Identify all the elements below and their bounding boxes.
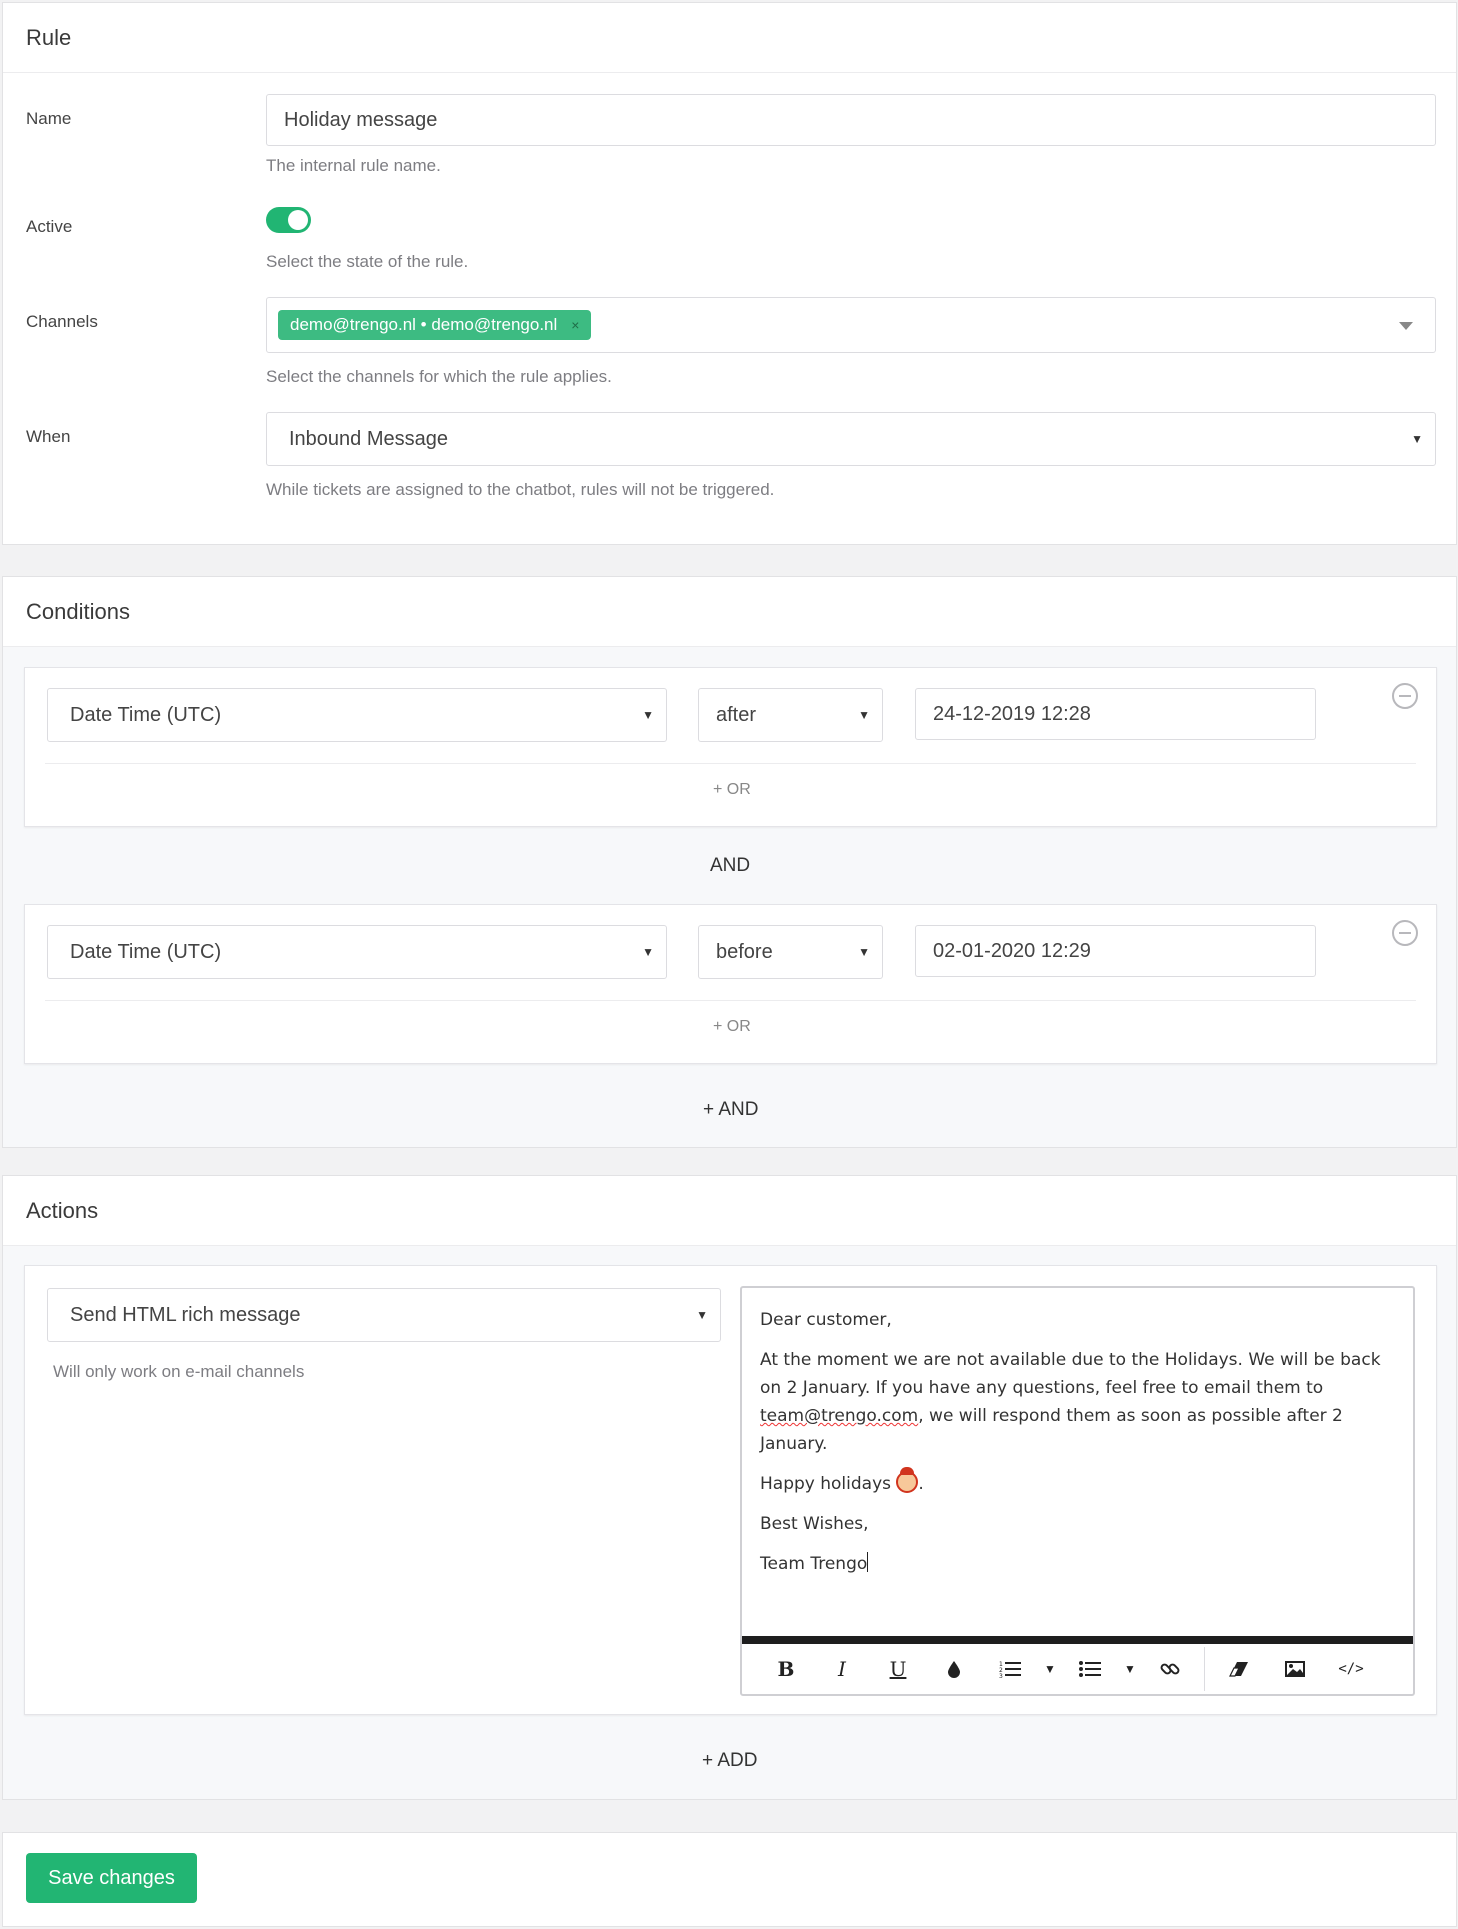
condition-field-value: Date Time (UTC) bbox=[70, 940, 222, 963]
condition-group: Date Time (UTC) ▼ after ▼ 24-12-2019 12:… bbox=[24, 667, 1437, 827]
caret-down-icon[interactable]: ▼ bbox=[1118, 1649, 1142, 1689]
message-greeting: Dear customer, bbox=[760, 1310, 892, 1330]
message-para-start: At the moment we are not available due t… bbox=[760, 1350, 1381, 1398]
active-label: Active bbox=[26, 217, 73, 236]
active-help: Select the state of the rule. bbox=[266, 252, 469, 271]
channels-help: Select the channels for which the rule a… bbox=[266, 367, 612, 386]
caret-down-icon: ▼ bbox=[858, 708, 870, 722]
remove-tag-icon[interactable]: × bbox=[571, 317, 579, 333]
divider bbox=[45, 763, 1416, 764]
svg-text:3: 3 bbox=[999, 1673, 1003, 1678]
image-icon[interactable] bbox=[1267, 1649, 1323, 1689]
message-paragraph: At the moment we are not available due t… bbox=[760, 1346, 1389, 1458]
toggle-knob bbox=[288, 210, 308, 230]
rich-text-editor[interactable]: Dear customer, At the moment we are not … bbox=[740, 1286, 1415, 1696]
link-icon[interactable] bbox=[1142, 1649, 1198, 1689]
when-help: While tickets are assigned to the chatbo… bbox=[266, 480, 775, 499]
when-value: Inbound Message bbox=[289, 427, 449, 450]
caret-down-icon: ▼ bbox=[1411, 432, 1423, 446]
name-label: Name bbox=[26, 109, 72, 128]
caret-down-icon[interactable]: ▼ bbox=[1038, 1649, 1062, 1689]
condition-operator-select[interactable]: before ▼ bbox=[698, 925, 883, 979]
conditions-panel: Conditions Date Time (UTC) ▼ after ▼ 24-… bbox=[2, 576, 1457, 1148]
action-type-help: Will only work on e-mail channels bbox=[53, 1362, 305, 1381]
condition-operator-value: before bbox=[716, 940, 773, 963]
and-separator: AND bbox=[710, 855, 751, 876]
message-signature-line: Team Trengo bbox=[760, 1550, 1389, 1578]
code-view-icon[interactable]: </> bbox=[1323, 1649, 1379, 1689]
add-and-button[interactable]: + AND bbox=[703, 1099, 758, 1121]
message-signature: Team Trengo bbox=[760, 1554, 868, 1574]
action-type-select[interactable]: Send HTML rich message ▼ bbox=[47, 1288, 721, 1342]
add-or-button[interactable]: + OR bbox=[713, 1018, 751, 1036]
name-input[interactable]: Holiday message bbox=[266, 94, 1436, 146]
condition-operator-value: after bbox=[716, 703, 757, 726]
name-help: The internal rule name. bbox=[266, 156, 441, 175]
message-holidays: Happy holidays . bbox=[760, 1467, 1389, 1498]
when-label: When bbox=[26, 427, 71, 446]
remove-condition-icon[interactable] bbox=[1392, 920, 1418, 946]
italic-icon[interactable]: I bbox=[814, 1649, 870, 1689]
editor-content[interactable]: Dear customer, At the moment we are not … bbox=[760, 1306, 1389, 1590]
actions-title: Actions bbox=[3, 1176, 1456, 1246]
condition-group: Date Time (UTC) ▼ before ▼ 02-01-2020 12… bbox=[24, 904, 1437, 1064]
when-select[interactable]: Inbound Message ▼ bbox=[266, 412, 1436, 466]
holidays-text: Happy holidays bbox=[760, 1474, 891, 1494]
actions-panel: Actions Send HTML rich message ▼ Will on… bbox=[2, 1175, 1457, 1800]
holidays-end: . bbox=[918, 1474, 924, 1494]
condition-date-input[interactable]: 02-01-2020 12:29 bbox=[915, 925, 1316, 977]
text-cursor bbox=[867, 1552, 869, 1572]
message-wishes: Best Wishes, bbox=[760, 1514, 869, 1534]
eraser-icon[interactable] bbox=[1211, 1649, 1267, 1689]
rule-panel: Rule Name Holiday message The internal r… bbox=[2, 2, 1457, 545]
unordered-list-icon[interactable] bbox=[1062, 1649, 1118, 1689]
channel-tag-label: demo@trengo.nl • demo@trengo.nl bbox=[290, 315, 558, 334]
active-toggle[interactable] bbox=[266, 207, 311, 233]
save-panel: Save changes bbox=[2, 1832, 1457, 1927]
condition-field-value: Date Time (UTC) bbox=[70, 703, 222, 726]
conditions-title: Conditions bbox=[3, 577, 1456, 647]
condition-field-select[interactable]: Date Time (UTC) ▼ bbox=[47, 688, 667, 742]
editor-toolbar: B I U 123 ▼ ▼ </> bbox=[742, 1636, 1413, 1694]
text-color-icon[interactable] bbox=[926, 1649, 982, 1689]
toolbar-divider bbox=[1204, 1647, 1205, 1691]
rule-title: Rule bbox=[3, 3, 1456, 73]
caret-down-icon: ▼ bbox=[642, 708, 654, 722]
add-action-button[interactable]: + ADD bbox=[702, 1750, 757, 1772]
condition-date-input[interactable]: 24-12-2019 12:28 bbox=[915, 688, 1316, 740]
save-changes-button[interactable]: Save changes bbox=[26, 1853, 197, 1903]
condition-operator-select[interactable]: after ▼ bbox=[698, 688, 883, 742]
underline-icon[interactable]: U bbox=[870, 1649, 926, 1689]
caret-down-icon: ▼ bbox=[642, 945, 654, 959]
action-type-value: Send HTML rich message bbox=[70, 1303, 301, 1326]
divider bbox=[45, 1000, 1416, 1001]
message-email: team@trengo.com bbox=[760, 1406, 919, 1426]
bold-icon[interactable]: B bbox=[758, 1649, 814, 1689]
condition-field-select[interactable]: Date Time (UTC) ▼ bbox=[47, 925, 667, 979]
add-or-button[interactable]: + OR bbox=[713, 781, 751, 799]
channel-tag: demo@trengo.nl • demo@trengo.nl × bbox=[278, 310, 592, 340]
chevron-down-icon[interactable] bbox=[1399, 322, 1413, 330]
caret-down-icon: ▼ bbox=[696, 1308, 708, 1322]
action-item: Send HTML rich message ▼ Will only work … bbox=[24, 1265, 1437, 1715]
channels-select[interactable]: demo@trengo.nl • demo@trengo.nl × bbox=[266, 297, 1436, 353]
channels-label: Channels bbox=[26, 312, 98, 331]
remove-condition-icon[interactable] bbox=[1392, 683, 1418, 709]
santa-emoji-icon bbox=[896, 1467, 919, 1493]
ordered-list-icon[interactable]: 123 bbox=[982, 1649, 1038, 1689]
caret-down-icon: ▼ bbox=[858, 945, 870, 959]
